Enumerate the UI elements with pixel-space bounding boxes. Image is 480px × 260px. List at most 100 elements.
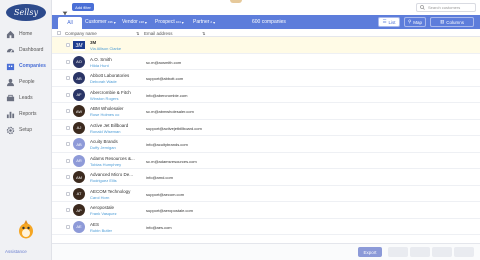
sidebar-item-people[interactable]: People <box>0 74 52 90</box>
sidebar-item-label: Dashboard <box>19 47 44 53</box>
sidebar-item-home[interactable]: Home <box>0 26 52 42</box>
table-row[interactable]: AF Abercrombie & Fitch Winston Rogers in… <box>52 87 480 103</box>
company-name[interactable]: 3M <box>90 40 96 45</box>
sort-icon[interactable]: ⇅ <box>202 31 205 36</box>
bulk-action-button[interactable] <box>432 247 452 257</box>
table-row[interactable]: AJ Active Jet Billboard Ronald Wiseman s… <box>52 120 480 136</box>
row-checkbox[interactable] <box>66 76 70 80</box>
select-all-checkbox[interactable] <box>57 31 61 35</box>
company-avatar: AR <box>73 154 85 167</box>
company-name[interactable]: Abbott Laboratories <box>90 73 129 78</box>
tab-label: All <box>67 20 73 26</box>
tab-all[interactable]: All <box>58 17 82 29</box>
column-header-email[interactable]: Email address <box>144 31 173 36</box>
company-logo: 3M <box>73 39 85 51</box>
record-count: 600 companies <box>252 19 286 25</box>
sidebar-item-setup[interactable]: Setup <box>0 122 52 138</box>
list-view-button[interactable]: ☰ List <box>378 17 400 27</box>
columns-button[interactable]: ▥ Columns <box>430 17 474 27</box>
tab-bar: All Customer 436 ▾ Vendor 138 ▾ Prospect 104 ▾… <box>52 15 480 29</box>
row-checkbox[interactable] <box>66 158 70 163</box>
sidebar-item-reports[interactable]: Reports <box>0 106 52 122</box>
company-name[interactable]: Advanced Micro De... <box>90 172 133 177</box>
email-cell: sc.m@aosmith.com <box>146 59 182 65</box>
sidebar-item-label: Setup <box>19 127 33 133</box>
row-checkbox[interactable] <box>66 175 70 179</box>
company-name[interactable]: Active Jet Billboard <box>90 123 128 128</box>
company-name[interactable]: A.O. Smith <box>90 57 112 62</box>
sidebar-item-dashboard[interactable]: Dashboard <box>0 42 52 58</box>
bulk-action-button[interactable] <box>388 247 408 257</box>
app-window: Sellsy Home Dashboard Companies People L… <box>0 0 480 260</box>
contact-link[interactable]: Frank Vasquez <box>90 211 117 216</box>
company-name[interactable]: Acuity Brands <box>90 139 118 144</box>
map-view-button[interactable]: ⚲ Map <box>404 17 426 27</box>
help-link[interactable]: Assistance <box>5 249 27 254</box>
contact-link[interactable]: Hilda Hunt <box>90 63 109 68</box>
top-handle <box>230 0 242 3</box>
row-checkbox[interactable] <box>66 142 70 146</box>
company-name[interactable]: Aeropostale <box>90 205 114 210</box>
sidebar-item-companies[interactable]: Companies <box>0 58 52 74</box>
search-input[interactable]: Search customers <box>416 3 476 12</box>
row-checkbox[interactable] <box>66 191 70 196</box>
tab-prospect[interactable]: Prospect 104 ▾ <box>155 15 184 29</box>
tab-vendor[interactable]: Vendor 138 ▾ <box>122 15 147 29</box>
contact-link[interactable]: Rose Holmes co <box>90 112 119 117</box>
contact-link[interactable]: Rubin Butler <box>90 228 112 233</box>
view-label: Columns <box>446 19 465 25</box>
row-checkbox[interactable] <box>66 208 70 212</box>
app-logo[interactable]: Sellsy <box>6 4 46 21</box>
add-filter-button[interactable]: Add filter <box>72 3 94 11</box>
contact-link[interactable]: Ronald Wiseman <box>90 129 120 134</box>
email-cell: support@activejetbillboard.com <box>146 125 202 131</box>
list-icon: ☰ <box>382 19 387 24</box>
tab-partner[interactable]: Partner 2 ▾ <box>193 15 215 29</box>
contact-link[interactable]: Rodriguez Ellis <box>90 178 117 183</box>
table-row[interactable]: AM Advanced Micro De... Rodriguez Ellis … <box>52 169 480 186</box>
leads-icon <box>5 93 15 103</box>
sidebar-item-label: Companies <box>19 63 46 69</box>
company-avatar: AO <box>73 55 85 68</box>
table-row[interactable]: AB Acuity Brands Duffy Jernigan info@acu… <box>52 136 480 153</box>
table-row[interactable]: AE AES Rubin Butler info@aes.com <box>52 219 480 235</box>
company-avatar: AT <box>73 187 85 200</box>
company-name[interactable]: ABM Wholesaler <box>90 106 124 111</box>
contact-link[interactable]: Winston Rogers <box>90 96 118 101</box>
tab-customer[interactable]: Customer 436 ▾ <box>85 15 116 29</box>
contact-link[interactable]: Deborah Wade <box>90 79 117 84</box>
row-checkbox[interactable] <box>66 43 70 47</box>
logo-text: 3M <box>76 43 84 49</box>
table-row[interactable]: AT AECOM Technology Carol Horn support@a… <box>52 186 480 202</box>
table-row[interactable]: AR Adams Resources &... Tobias Humphrey … <box>52 153 480 169</box>
export-button[interactable]: Export <box>358 247 382 257</box>
row-checkbox[interactable] <box>66 224 70 229</box>
sidebar-item-leads[interactable]: Leads <box>0 90 52 106</box>
row-checkbox[interactable] <box>66 92 70 97</box>
company-name[interactable]: Adams Resources &... <box>90 156 135 161</box>
bulk-action-button[interactable] <box>454 247 474 257</box>
chevron-down-icon: ▾ <box>181 19 184 25</box>
email-cell: sc.m@abmwholesaler.com <box>146 109 194 114</box>
companies-icon <box>5 61 15 71</box>
contact-link[interactable]: Carol Horn <box>90 195 109 200</box>
contact-link[interactable]: Via Allison Clarke <box>90 46 121 51</box>
contact-link[interactable]: Duffy Jernigan <box>90 145 116 150</box>
bulk-action-button[interactable] <box>410 247 430 257</box>
table-row[interactable]: AB Abbott Laboratories Deborah Wade supp… <box>52 70 480 87</box>
table-row[interactable]: AO A.O. Smith Hilda Hunt sc.m@aosmith.co… <box>52 54 480 70</box>
contact-link[interactable]: Tobias Humphrey <box>90 162 121 167</box>
row-checkbox[interactable] <box>66 125 70 130</box>
bulk-action-bar: Export <box>52 243 480 260</box>
sort-icon[interactable]: ⇅ <box>136 31 139 36</box>
row-checkbox[interactable] <box>66 59 70 64</box>
company-name[interactable]: AES <box>90 222 99 227</box>
email-cell: info@amd.com <box>146 175 173 180</box>
table-row[interactable]: AW ABM Wholesaler Rose Holmes co sc.m@ab… <box>52 103 480 120</box>
column-header-company[interactable]: Company name <box>65 31 97 36</box>
row-checkbox[interactable] <box>66 109 70 113</box>
table-row[interactable]: AP Aeropostale Frank Vasquez support@aer… <box>52 202 480 219</box>
company-name[interactable]: AECOM Technology <box>90 189 130 194</box>
company-name[interactable]: Abercrombie & Fitch <box>90 90 131 95</box>
table-row[interactable]: 3M 3M Via Allison Clarke <box>52 37 480 54</box>
